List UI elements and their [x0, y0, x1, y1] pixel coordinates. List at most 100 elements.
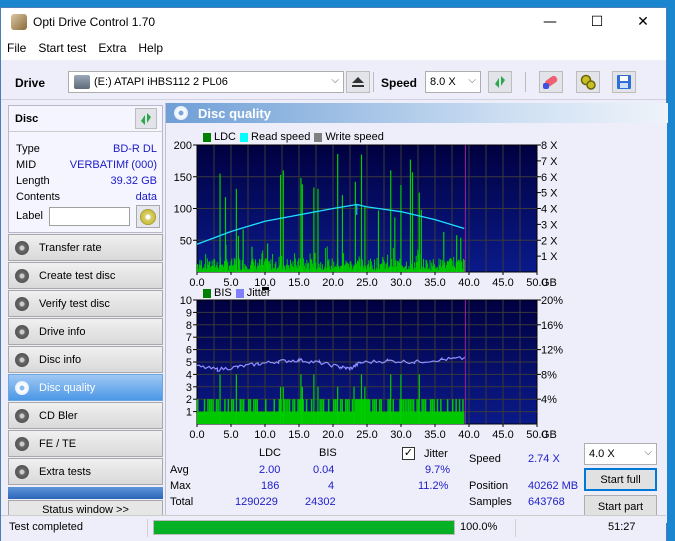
eject-button[interactable] — [346, 71, 370, 93]
bis-bar — [333, 399, 335, 424]
bis-bar — [458, 399, 461, 424]
stats-max-bis: 4 — [328, 480, 335, 492]
bis-bar — [278, 399, 281, 424]
disc-label-input[interactable] — [49, 207, 130, 226]
speed-readout-value: 2.74 X — [528, 453, 560, 465]
stats-max-label: Max — [170, 480, 191, 492]
nav-verify-test-disc[interactable]: Verify test disc — [8, 290, 163, 317]
menu-file[interactable]: File — [7, 41, 26, 55]
settings-button[interactable] — [576, 71, 600, 93]
bis-bar — [210, 399, 213, 424]
bis-bar — [339, 399, 342, 424]
test-speed-value: 4.0 X — [589, 448, 615, 460]
bis-bar — [197, 399, 199, 424]
bis-bar — [334, 399, 337, 424]
bis-bar — [215, 399, 218, 424]
maximize-button[interactable]: ☐ — [574, 8, 620, 36]
ldc-right-y-tick-label: 2 X — [541, 235, 558, 247]
bis-bar — [407, 399, 410, 424]
ldc-spike-bar — [267, 243, 269, 272]
bis-bar — [310, 399, 313, 424]
jitter-checkbox[interactable]: ✓ — [402, 447, 415, 460]
ldc-spike-bar — [301, 184, 303, 272]
save-button[interactable] — [612, 71, 636, 93]
nav-label: Create test disc — [39, 269, 116, 282]
bis-y-tick-label: 1 — [186, 407, 192, 419]
speed-readout-label: Speed — [469, 453, 501, 465]
nav-extra-tests[interactable]: Extra tests — [8, 458, 163, 485]
stats-total-bis: 24302 — [305, 496, 336, 508]
menu-extra[interactable]: Extra — [98, 41, 126, 55]
menu-help[interactable]: Help — [138, 41, 163, 55]
bis-bar — [288, 399, 291, 424]
minimize-button[interactable]: — — [527, 8, 573, 36]
test-speed-select[interactable]: 4.0 X ⌵ — [584, 443, 657, 465]
bis-y-tick-label: 2 — [186, 394, 192, 406]
bis-spike-bar — [390, 374, 392, 424]
close-button[interactable]: ✕ — [620, 8, 666, 36]
toolbar-divider — [525, 72, 526, 92]
ldc-y-tick-label: 150 — [174, 172, 192, 184]
position-label: Position — [469, 480, 509, 492]
nav-fe-te[interactable]: FE / TE — [8, 430, 163, 457]
bis-bar — [249, 399, 252, 424]
save-icon — [617, 75, 631, 89]
cd-icon — [140, 208, 156, 225]
nav-transfer-rate[interactable]: Transfer rate — [8, 234, 163, 261]
chevron-down-icon: ⌵ — [331, 75, 339, 86]
stats-max-ldc: 186 — [261, 480, 280, 492]
ldc-x-tick-label: 15.0 — [288, 277, 309, 289]
nav-drive-info[interactable]: Drive info — [8, 318, 163, 345]
bis-spike-bar — [279, 386, 282, 424]
bis-spike-bar — [300, 374, 302, 424]
ldc-spike-bar — [317, 188, 319, 272]
start-full-button[interactable]: Start full — [584, 468, 657, 491]
samples-label: Samples — [469, 496, 512, 508]
position-value: 40262 MB — [528, 480, 579, 492]
disc-icon — [15, 268, 29, 283]
disc-type-value: BD-R DL — [112, 143, 157, 155]
bis-x-tick-label: 25.0 — [356, 429, 377, 441]
bis-y-tick-label: 3 — [186, 382, 192, 394]
speed-select[interactable]: 8.0 X ⌵ — [425, 71, 481, 93]
drive-label: Drive — [15, 76, 46, 90]
ldc-spike-bar — [354, 181, 356, 272]
bis-bar — [404, 399, 406, 424]
stats-max-jitter: 11.2% — [418, 480, 449, 492]
ldc-spike-bar — [251, 246, 253, 272]
bis-bar — [402, 399, 405, 424]
ldc-right-y-tick-label: 8 X — [541, 140, 558, 152]
disc-header: Disc — [9, 106, 162, 132]
bis-bar — [423, 399, 425, 424]
erase-button[interactable] — [539, 71, 563, 93]
bis-bar — [429, 399, 432, 424]
nav-disc-info[interactable]: Disc info — [8, 346, 163, 373]
bis-bar — [254, 399, 257, 424]
bis-bar — [285, 399, 287, 424]
bis-bar — [227, 399, 230, 424]
nav-cd-bler[interactable]: CD Bler — [8, 402, 163, 429]
bis-bar — [253, 399, 255, 424]
nav-label: Disc quality — [39, 381, 96, 394]
nav-disc-quality[interactable]: Disc quality — [8, 374, 163, 401]
disc-refresh-button[interactable] — [135, 108, 157, 129]
bis-bar — [273, 399, 275, 424]
refresh-button[interactable] — [488, 71, 512, 93]
eject-icon — [352, 77, 364, 87]
bis-spike-bar — [317, 386, 319, 424]
ldc-right-y-tick-label: 1 X — [541, 251, 558, 263]
drive-select[interactable]: (E:) ATAPI iHBS112 2 PL06 ⌵ — [68, 71, 344, 93]
status-bar: Test completed 100.0% 51:27 — [1, 515, 666, 541]
bis-y-tick-label: 8 — [186, 320, 192, 332]
bis-right-y-tick-label: 16% — [541, 320, 563, 332]
disc-label-button[interactable] — [136, 205, 160, 228]
bis-bar — [305, 399, 308, 424]
disc-quality-panel: Disc quality LDC Read speed Write speed … — [165, 103, 668, 523]
disc-icon — [15, 464, 29, 479]
ldc-spike-bar — [377, 210, 380, 272]
nav-create-test-disc[interactable]: Create test disc — [8, 262, 163, 289]
ldc-y-tick-label: 50 — [180, 235, 192, 247]
menu-start-test[interactable]: Start test — [38, 41, 86, 55]
ldc-spike-bar — [364, 206, 366, 272]
bis-spike-bar — [219, 374, 221, 424]
